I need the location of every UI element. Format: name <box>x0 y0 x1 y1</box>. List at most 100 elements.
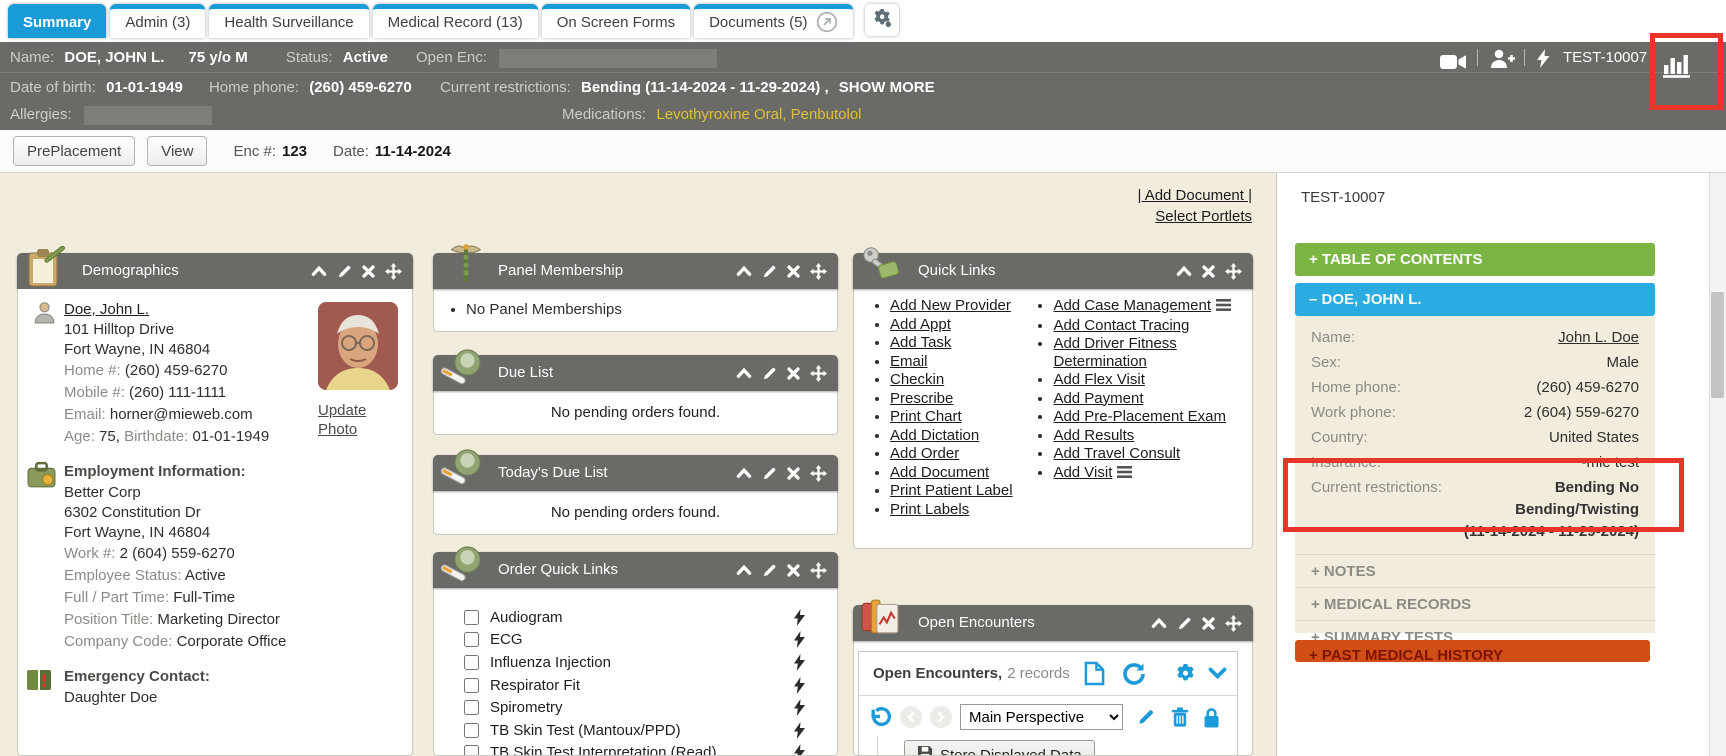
show-more-link[interactable]: SHOW MORE <box>839 79 935 96</box>
refresh-icon[interactable] <box>1121 662 1145 686</box>
quick-link[interactable]: Add Flex Visit <box>1053 371 1144 388</box>
move-icon[interactable] <box>810 562 827 579</box>
vertical-scrollbar[interactable] <box>1709 130 1726 756</box>
tab-medical-record[interactable]: Medical Record (13) <box>373 4 538 38</box>
order-checkbox[interactable] <box>464 678 479 693</box>
patient-name-link[interactable]: Doe, John L. <box>64 301 149 318</box>
quick-link[interactable]: Add Driver Fitness Determination <box>1053 335 1176 370</box>
edit-perspective-pencil-icon[interactable] <box>1137 708 1155 726</box>
move-icon[interactable] <box>1225 263 1242 280</box>
tab-on-screen-forms[interactable]: On Screen Forms <box>542 4 690 38</box>
quick-link[interactable]: Print Chart <box>890 408 962 425</box>
quick-link[interactable]: Print Patient Label <box>890 482 1013 499</box>
tab-summary[interactable]: Summary <box>8 4 106 38</box>
patient-name-link[interactable]: John L. Doe <box>1558 325 1639 350</box>
order-checkbox[interactable] <box>464 610 479 625</box>
order-checkbox[interactable] <box>464 723 479 738</box>
quick-link[interactable]: Add Travel Consult <box>1053 445 1180 462</box>
collapse-icon[interactable] <box>1151 617 1167 630</box>
quick-link[interactable]: Prescribe <box>890 390 953 407</box>
order-checkbox[interactable] <box>464 655 479 670</box>
widget-settings-gear-icon[interactable] <box>1175 663 1196 684</box>
quick-link[interactable]: Add Order <box>890 445 959 462</box>
quick-link[interactable]: Add Task <box>890 334 951 351</box>
toc-section-header[interactable]: + TABLE OF CONTENTS <box>1295 243 1655 276</box>
quick-link[interactable]: Add Contact Tracing <box>1053 317 1189 334</box>
move-icon[interactable] <box>810 263 827 280</box>
edit-pencil-icon[interactable] <box>762 466 777 481</box>
quick-link[interactable]: Add Appt <box>890 316 951 333</box>
patient-section-header[interactable]: – DOE, JOHN L. <box>1295 283 1655 316</box>
perspective-select[interactable]: Main Perspective <box>960 704 1123 730</box>
edit-pencil-icon[interactable] <box>1177 616 1192 631</box>
close-icon[interactable] <box>1202 617 1215 630</box>
collapse-icon[interactable] <box>736 467 752 480</box>
collapse-icon[interactable] <box>311 265 327 278</box>
quick-order-lightning-icon[interactable] <box>794 631 805 648</box>
quick-link[interactable]: Add Dictation <box>890 427 979 444</box>
edit-pencil-icon[interactable] <box>762 366 777 381</box>
close-icon[interactable] <box>787 265 800 278</box>
delete-trash-icon[interactable] <box>1171 707 1189 728</box>
quick-link[interactable]: Add Visit <box>1053 464 1112 481</box>
list-view-icon[interactable] <box>1216 298 1231 316</box>
quick-link[interactable]: Print Labels <box>890 501 969 518</box>
tab-health-surveillance[interactable]: Health Surveillance <box>209 4 368 38</box>
quick-link[interactable]: Email <box>890 353 928 370</box>
edit-pencil-icon[interactable] <box>762 563 777 578</box>
collapse-chevron-down-icon[interactable] <box>1208 667 1227 680</box>
select-portlets-link[interactable]: Select Portlets <box>1137 206 1252 227</box>
tab-documents[interactable]: Documents (5) <box>694 4 853 38</box>
collapse-icon[interactable] <box>736 367 752 380</box>
quick-link[interactable]: Add Results <box>1053 427 1134 444</box>
move-icon[interactable] <box>385 263 402 280</box>
close-icon[interactable] <box>787 564 800 577</box>
move-icon[interactable] <box>810 365 827 382</box>
store-displayed-data-button[interactable]: Store Displayed Data <box>904 740 1095 756</box>
close-icon[interactable] <box>787 467 800 480</box>
new-document-icon[interactable] <box>1084 661 1105 686</box>
popout-circle-arrow-icon[interactable] <box>816 11 838 42</box>
next-page-icon[interactable] <box>930 706 952 728</box>
move-icon[interactable] <box>810 465 827 482</box>
add-document-link[interactable]: | Add Document | <box>1137 185 1252 206</box>
collapse-icon[interactable] <box>736 564 752 577</box>
quick-link[interactable]: Add Case Management <box>1053 297 1211 314</box>
quick-link[interactable]: Add Payment <box>1053 390 1143 407</box>
medications-links[interactable]: Levothyroxine Oral, Penbutolol <box>656 106 861 123</box>
collapse-icon[interactable] <box>1176 265 1192 278</box>
collapse-icon[interactable] <box>736 265 752 278</box>
close-icon[interactable] <box>787 367 800 380</box>
order-checkbox[interactable] <box>464 745 479 756</box>
order-checkbox[interactable] <box>464 700 479 715</box>
prev-page-icon[interactable] <box>900 706 922 728</box>
quick-link[interactable]: Add Pre-Placement Exam <box>1053 408 1226 425</box>
close-icon[interactable] <box>362 265 375 278</box>
lock-icon[interactable] <box>1203 707 1220 728</box>
chart-settings-button[interactable] <box>865 4 899 36</box>
quick-order-lightning-icon[interactable] <box>794 744 805 756</box>
quick-link[interactable]: Add New Provider <box>890 297 1011 314</box>
toc-section-medical-records[interactable]: + MEDICAL RECORDS <box>1295 587 1655 620</box>
tab-admin[interactable]: Admin (3) <box>110 4 205 38</box>
order-checkbox[interactable] <box>464 632 479 647</box>
quick-order-lightning-icon[interactable] <box>794 654 805 671</box>
scrollbar-thumb[interactable] <box>1711 292 1724 398</box>
close-icon[interactable] <box>1202 265 1215 278</box>
undo-icon[interactable] <box>869 707 892 728</box>
preplacement-button[interactable]: PrePlacement <box>13 136 135 166</box>
toc-section-past-medical-history[interactable]: + PAST MEDICAL HISTORY <box>1295 640 1650 662</box>
edit-pencil-icon[interactable] <box>762 264 777 279</box>
quick-link[interactable]: Add Document <box>890 464 989 481</box>
quick-order-lightning-icon[interactable] <box>794 677 805 694</box>
list-view-icon[interactable] <box>1117 465 1132 483</box>
move-icon[interactable] <box>1225 615 1242 632</box>
edit-pencil-icon[interactable] <box>337 264 352 279</box>
quick-order-lightning-icon[interactable] <box>794 722 805 739</box>
quick-order-lightning-icon[interactable] <box>794 699 805 716</box>
quick-link[interactable]: Checkin <box>890 371 944 388</box>
quick-order-lightning-icon[interactable] <box>794 609 805 626</box>
toc-section-notes[interactable]: + NOTES <box>1295 554 1655 587</box>
update-photo-link[interactable]: Update Photo <box>318 401 400 439</box>
view-button[interactable]: View <box>147 136 207 166</box>
